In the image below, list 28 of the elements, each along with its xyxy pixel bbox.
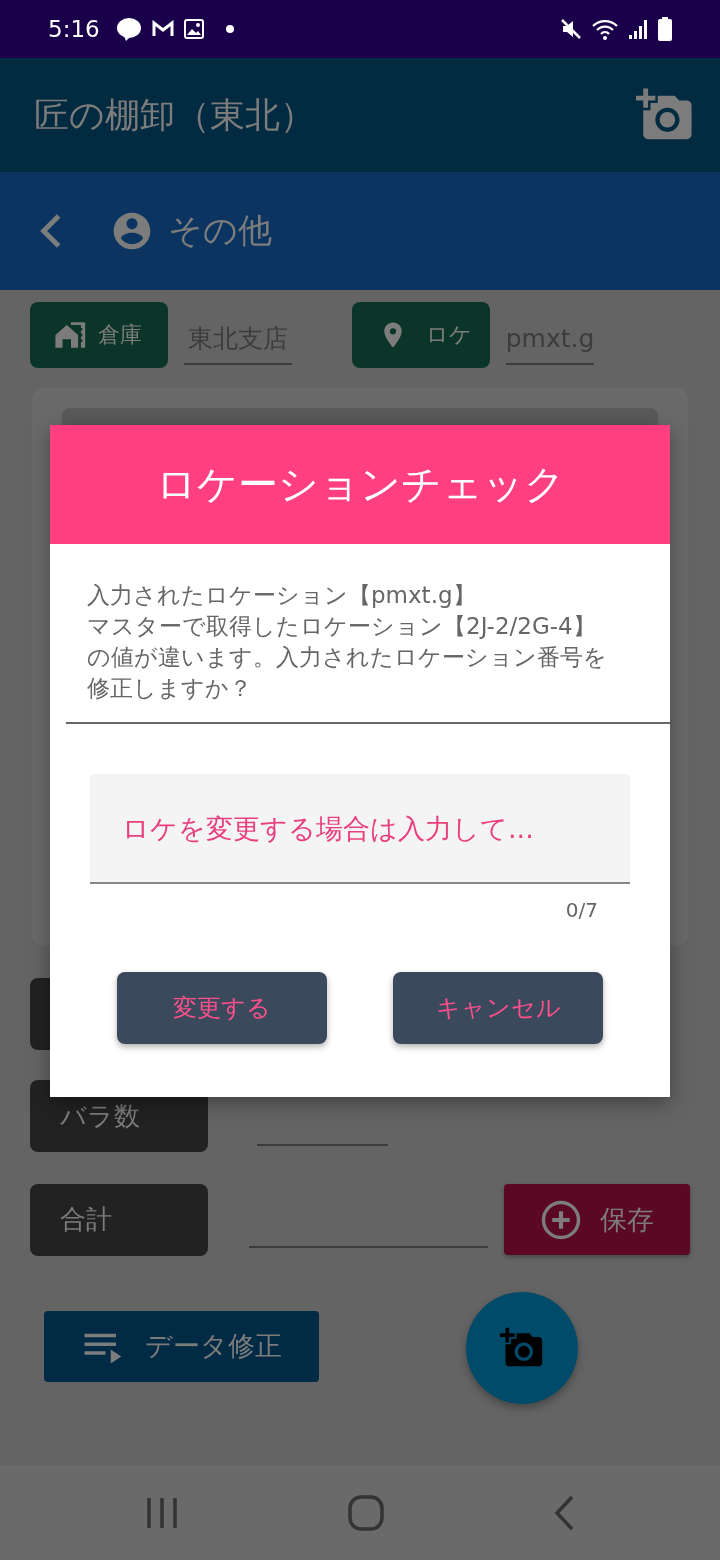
battery-icon [658, 17, 672, 41]
home-icon[interactable] [348, 1494, 384, 1531]
back-icon[interactable] [553, 1494, 576, 1531]
mute-icon [560, 18, 582, 40]
status-time: 5:16 [48, 16, 100, 42]
wifi-icon [592, 18, 618, 40]
warehouse-label: 倉庫 [30, 302, 168, 368]
cancel-button[interactable]: キャンセル [393, 972, 603, 1044]
dialog-title: ロケーションチェック [50, 425, 670, 544]
input-line[interactable] [249, 1245, 488, 1248]
page-title: その他 [168, 209, 272, 252]
field-label: 合計 [30, 1183, 208, 1256]
image-icon [183, 19, 204, 39]
signal-icon [628, 19, 648, 39]
app-title: 匠の棚卸（東北） [34, 93, 316, 137]
dot-icon [225, 25, 234, 33]
location-label: ロケ [352, 302, 490, 368]
character-counter: 0/7 [565, 898, 598, 922]
input-line[interactable] [257, 1144, 388, 1146]
dialog-message: 入力されたロケーション【pmxt.g】 マスターで取得したロケーション【2J-2/2G-4】 の値が違います。入力されたロケーション番号を 修正しますか？ [66, 544, 670, 724]
chat-app-icon [115, 17, 142, 41]
mail-icon [151, 20, 174, 38]
save-button[interactable]: 保存 [504, 1184, 690, 1255]
plus-circle-icon [540, 1198, 582, 1241]
edit-data-button[interactable]: データ修正 [44, 1310, 319, 1382]
input-field[interactable]: ロケを変更する場合は入力して... [90, 774, 630, 884]
change-button[interactable]: 変更する [117, 972, 327, 1044]
recent-apps-icon[interactable] [144, 1495, 179, 1530]
